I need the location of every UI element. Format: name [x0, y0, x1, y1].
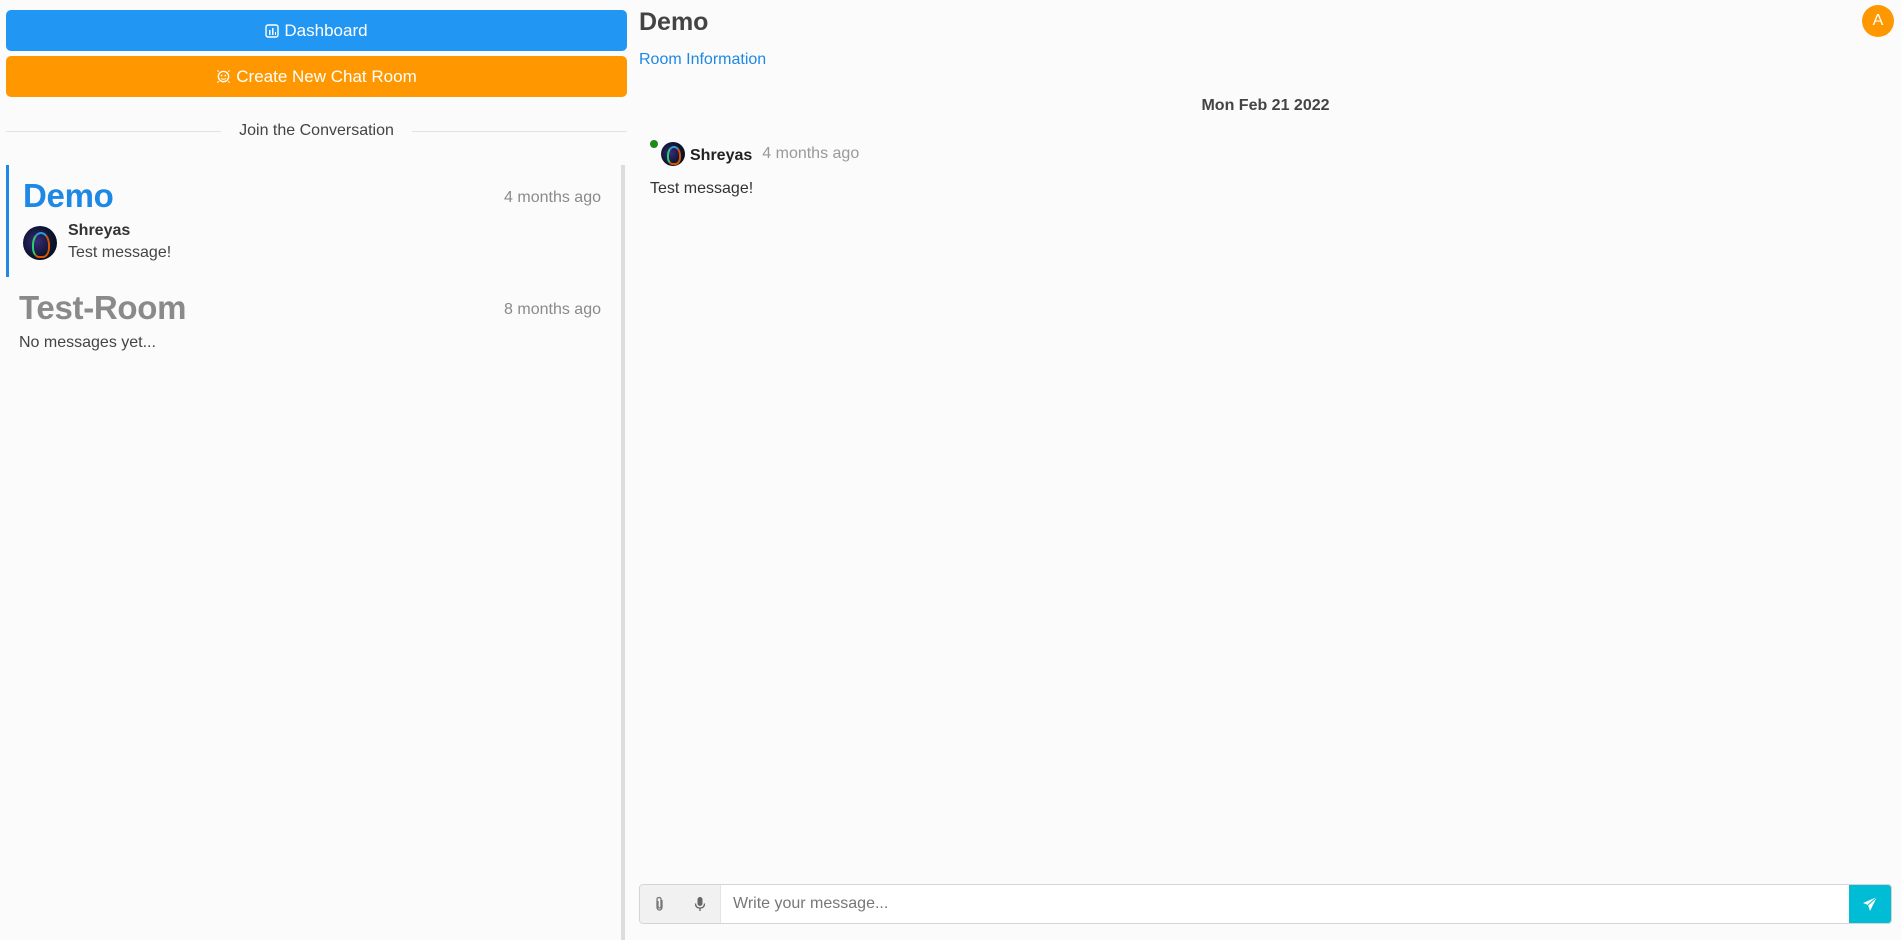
chart-bar-icon — [265, 23, 280, 38]
message-composer — [639, 884, 1892, 924]
paperclip-icon[interactable] — [640, 885, 680, 923]
chat-message: Shreyas 4 months ago Test message! — [650, 140, 860, 198]
online-status-icon — [650, 140, 658, 148]
message-header: Shreyas 4 months ago — [650, 140, 860, 166]
room-time: 4 months ago — [504, 189, 601, 206]
message-input[interactable] — [720, 885, 1849, 923]
room-list: Demo 4 months ago Shreyas Test message! … — [6, 165, 625, 940]
message-author: Shreyas — [690, 147, 753, 164]
divider-line — [411, 130, 628, 132]
room-item-test-room[interactable]: Test-Room 8 months ago No messages yet..… — [6, 277, 621, 387]
sidebar: Dashboard Create New Chat Room Join the … — [0, 0, 630, 940]
last-message-text: Shreyas Test message! — [68, 222, 171, 262]
avatar — [661, 142, 685, 166]
create-chat-room-button[interactable]: Create New Chat Room — [6, 56, 627, 97]
message-body: Test message! — [650, 180, 754, 197]
date-separator: Mon Feb 21 2022 — [1201, 97, 1330, 114]
divider-label: Join the Conversation — [239, 122, 394, 139]
last-message: Shreyas Test message! — [23, 222, 607, 262]
chat-app: Dashboard Create New Chat Room Join the … — [0, 0, 1901, 940]
room-time: 8 months ago — [504, 301, 601, 318]
send-icon[interactable] — [1849, 885, 1891, 923]
dashboard-button[interactable]: Dashboard — [6, 10, 627, 51]
last-message-sender: Shreyas — [68, 222, 131, 239]
avatar — [23, 226, 57, 260]
divider-line — [6, 130, 222, 132]
chat-main: Demo Room Information A Mon Feb 21 2022 … — [630, 0, 1901, 940]
room-item-demo[interactable]: Demo 4 months ago Shreyas Test message! — [6, 165, 621, 277]
create-chat-room-label: Create New Chat Room — [236, 66, 417, 86]
join-divider: Join the Conversation — [6, 121, 628, 141]
user-avatar[interactable]: A — [1862, 5, 1894, 37]
no-messages-text: No messages yet... — [19, 334, 156, 351]
last-message-preview: Test message! — [68, 244, 172, 261]
page-title: Demo — [639, 8, 709, 36]
microphone-icon[interactable] — [680, 885, 720, 923]
chat-bubble-icon — [216, 69, 231, 84]
dashboard-button-label: Dashboard — [284, 20, 368, 40]
room-information-link[interactable]: Room Information — [639, 51, 766, 69]
message-time: 4 months ago — [762, 145, 860, 162]
